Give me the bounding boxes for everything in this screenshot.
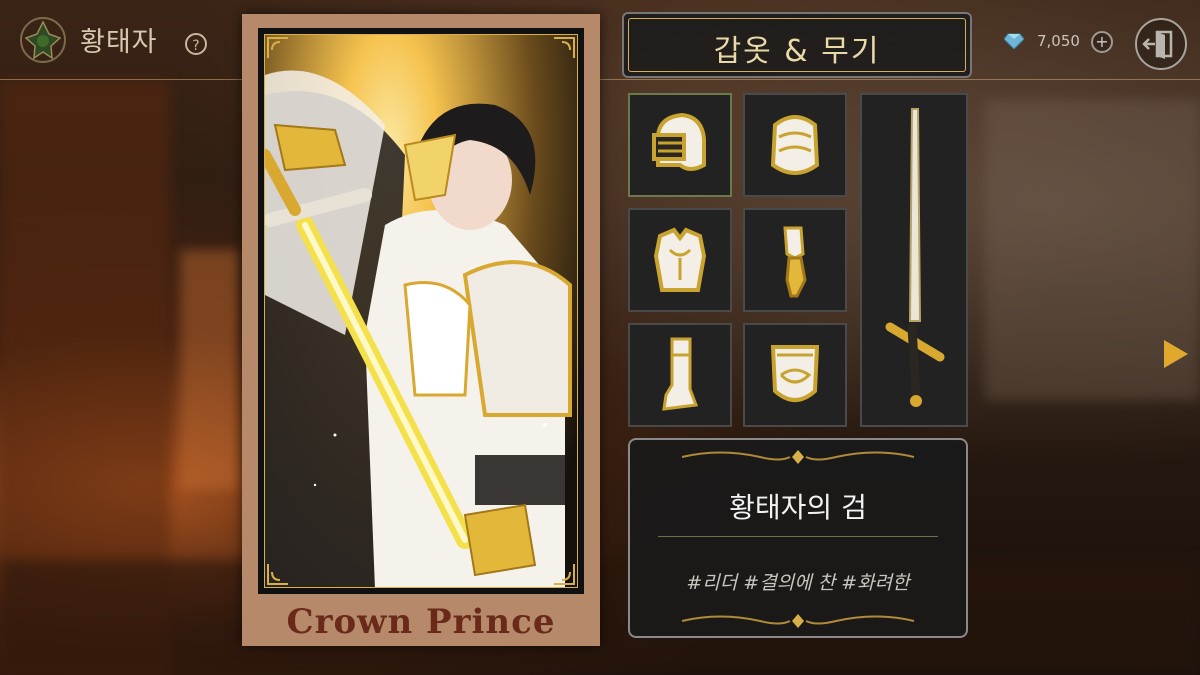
card-corner-ornament [267,564,288,585]
character-card: Crown Prince [242,14,600,646]
background-floor [0,560,1200,675]
crest-icon [20,17,66,63]
next-arrow-icon[interactable] [1160,338,1190,370]
knight-illustration [265,70,572,587]
background-window [180,250,240,490]
ornament-divider-top [681,450,915,464]
add-currency-button[interactable]: + [1091,31,1113,53]
exit-door-icon [1142,30,1173,59]
greave-icon [662,337,699,411]
gem-icon [1004,33,1024,49]
equipment-slot-shield[interactable] [743,323,847,427]
equipment-header: 갑옷 & 무기 [622,12,972,78]
card-corner-ornament [554,37,575,58]
equipment-header-title: 갑옷 & 무기 [713,34,881,69]
item-info-divider [658,536,938,537]
card-corner-ornament [267,37,288,58]
help-button[interactable]: ? [185,33,207,55]
pauldron-icon [770,115,820,175]
shield-icon [770,345,820,402]
card-art-frame [258,28,584,594]
exit-button[interactable] [1135,18,1187,70]
breastplate-icon [653,227,707,292]
gauntlet-icon [783,226,807,298]
currency-amount: 7,050 [1037,32,1080,50]
equipment-slot-pauldron[interactable] [743,93,847,197]
card-name: Crown Prince [286,602,556,642]
sword-icon [885,108,945,407]
item-tags: #리더 #결의에 찬 #화려한 [686,572,910,594]
equipment-slot-breastplate[interactable] [628,208,732,312]
equipment-slot-helmet[interactable] [628,93,732,197]
character-portrait [264,34,578,588]
top-bar-divider [0,79,1200,80]
helmet-icon [652,112,706,171]
item-name: 황태자의 검 [729,491,867,524]
character-title: 황태자 [80,27,158,58]
equipment-slot-sword[interactable] [860,93,968,427]
item-info-panel: 황태자의 검 #리더 #결의에 찬 #화려한 [628,438,968,638]
equipment-slot-greave[interactable] [628,323,732,427]
equipment-slot-gauntlet[interactable] [743,208,847,312]
card-corner-ornament [554,564,575,585]
ornament-divider-bottom [681,614,915,628]
